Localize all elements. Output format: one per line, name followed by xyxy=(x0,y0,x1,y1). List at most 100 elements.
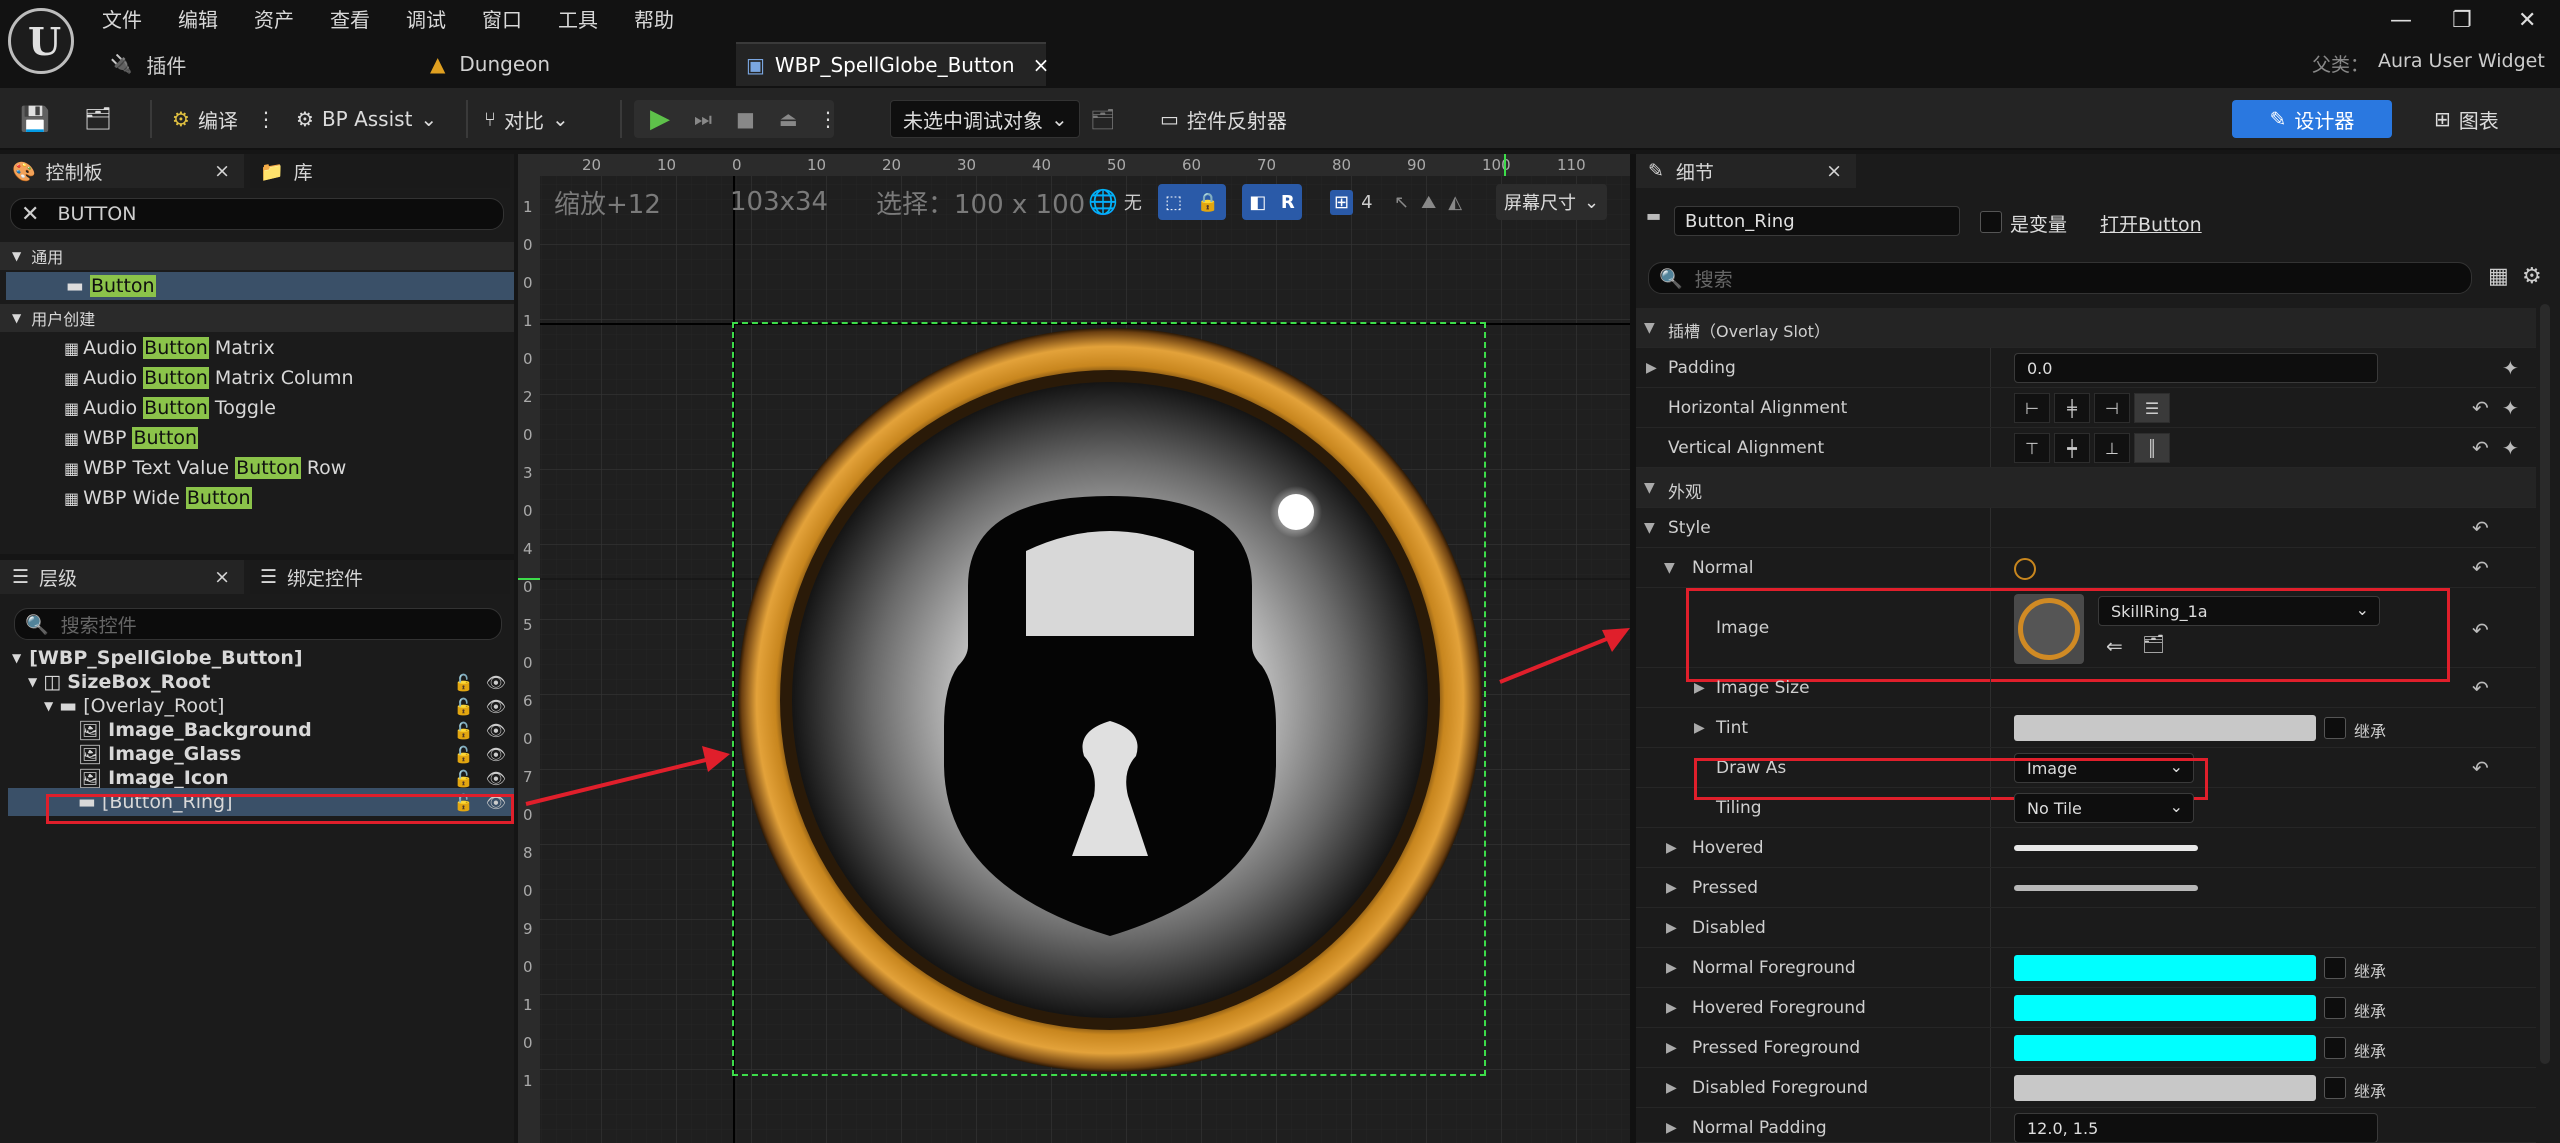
menu-window[interactable]: 窗口 xyxy=(482,4,522,33)
tab-details[interactable]: ✎ 细节 × xyxy=(1636,154,1856,188)
clear-search-icon[interactable]: ✕ xyxy=(21,202,39,227)
menu-view[interactable]: 查看 xyxy=(330,4,370,33)
close-icon[interactable]: × xyxy=(1826,160,1842,182)
step-icon[interactable]: ⏭ xyxy=(694,107,712,131)
designer-viewport[interactable]: 20 10 0 10 20 30 40 50 60 70 80 90 100 110 1001020304… xyxy=(518,154,1630,1143)
minimize-icon[interactable]: — xyxy=(2390,8,2412,33)
normal-fg-swatch[interactable] xyxy=(2014,955,2316,981)
palette-item-user-widget[interactable]: ▦ WBP Button xyxy=(64,424,199,452)
pressed-fg-inherit-checkbox[interactable] xyxy=(2324,1037,2346,1059)
row-hovered[interactable]: ▶ Hovered xyxy=(1636,828,2536,868)
stop-icon[interactable]: ■ xyxy=(736,107,755,131)
bp-assist-button[interactable]: ⚙ BP Assist ⌄ xyxy=(296,100,437,138)
lock-icon[interactable]: 🔓 xyxy=(454,697,474,716)
section-appearance[interactable]: ▼ 外观 xyxy=(1636,468,2536,508)
graph-button[interactable]: ⊞ 图表 xyxy=(2434,100,2499,138)
row-normal-foreground[interactable]: ▶ Normal Foreground 继承 xyxy=(1636,948,2536,988)
category-user-created[interactable]: ▼ 用户创建 xyxy=(0,304,514,332)
disabled-fg-swatch[interactable] xyxy=(2014,1075,2316,1101)
close-window-icon[interactable]: ✕ xyxy=(2518,8,2536,33)
debug-browse-icon[interactable]: 🗂 xyxy=(1090,100,1115,138)
designer-button[interactable]: ✎ 设计器 xyxy=(2232,100,2392,138)
menu-debug[interactable]: 调试 xyxy=(406,4,446,33)
debug-target-select[interactable]: 未选中调试对象 ⌄ xyxy=(890,100,1080,138)
row-style[interactable]: ▼ Style ↶ xyxy=(1636,508,2536,548)
palette-item-button[interactable]: ▬ Button xyxy=(6,272,514,300)
table-view-icon[interactable]: ▦ xyxy=(2488,264,2509,289)
reset-icon[interactable]: ↶ xyxy=(2472,676,2489,700)
tab-plugins[interactable]: 🔌 插件 xyxy=(100,42,400,86)
palette-item-user-widget[interactable]: ▦ WBP Wide Button xyxy=(64,484,252,512)
menu-edit[interactable]: 编辑 xyxy=(178,4,218,33)
is-variable-checkbox[interactable] xyxy=(1980,211,2002,233)
play-options-icon[interactable]: ⋮ xyxy=(818,100,838,138)
tab-bind-widgets[interactable]: ☰ 绑定控件 xyxy=(250,560,510,594)
eye-icon[interactable]: 👁 xyxy=(486,721,506,740)
row-hovered-foreground[interactable]: ▶ Hovered Foreground 继承 xyxy=(1636,988,2536,1028)
open-button-link[interactable]: 打开Button xyxy=(2100,210,2202,237)
eye-icon[interactable]: 👁 xyxy=(486,769,506,788)
pin-icon[interactable]: ✦ xyxy=(2502,396,2519,420)
tab-palette[interactable]: 🎨 控制板 × xyxy=(0,154,244,188)
h-align-fill-icon[interactable]: ☰ xyxy=(2134,393,2170,423)
palette-item-user-widget[interactable]: ▦ Audio Button Toggle xyxy=(64,394,276,422)
lock-icon[interactable]: 🔓 xyxy=(454,745,474,764)
row-pressed-foreground[interactable]: ▶ Pressed Foreground 继承 xyxy=(1636,1028,2536,1068)
v-align-bottom-icon[interactable]: ⊥ xyxy=(2094,433,2130,463)
play-icon[interactable]: ▶ xyxy=(650,104,670,134)
menu-file[interactable]: 文件 xyxy=(102,4,142,33)
v-align-fill-icon[interactable]: ║ xyxy=(2134,433,2170,463)
padding-field[interactable]: 0.0 xyxy=(2014,353,2378,383)
tab-hierarchy[interactable]: ☰ 层级 × xyxy=(0,560,244,594)
restore-icon[interactable]: ❐ xyxy=(2452,8,2472,33)
row-normal[interactable]: ▼ Normal ↶ xyxy=(1636,548,2536,588)
eye-icon[interactable]: 👁 xyxy=(486,673,506,692)
reset-icon[interactable]: ↶ xyxy=(2472,436,2489,460)
lock-icon[interactable]: 🔓 xyxy=(454,673,474,692)
tint-color-swatch[interactable] xyxy=(2014,715,2316,741)
tint-inherit-checkbox[interactable] xyxy=(2324,717,2346,739)
expand-icon[interactable]: ▶ xyxy=(1646,360,1657,376)
close-icon[interactable]: × xyxy=(214,566,230,588)
lock-icon[interactable]: 🔓 xyxy=(454,769,474,788)
pin-icon[interactable]: ✦ xyxy=(2502,356,2519,380)
hierarchy-search-input[interactable]: 🔍 搜索控件 xyxy=(14,608,502,640)
eject-icon[interactable]: ⏏ xyxy=(779,107,798,131)
close-icon[interactable]: × xyxy=(214,160,230,182)
compile-options-icon[interactable]: ⋮ xyxy=(256,107,276,131)
row-disabled[interactable]: ▶ Disabled xyxy=(1636,908,2536,948)
h-align-right-icon[interactable]: ⊣ xyxy=(2094,393,2130,423)
tab-widget-blueprint[interactable]: ▣ WBP_SpellGlobe_Button × xyxy=(736,42,1049,86)
compile-button[interactable]: ⚙ 编译 ⋮ xyxy=(172,100,276,138)
tab-dungeon[interactable]: ▲ Dungeon xyxy=(420,42,720,86)
reset-icon[interactable]: ↶ xyxy=(2472,756,2489,780)
disabled-fg-inherit-checkbox[interactable] xyxy=(2324,1077,2346,1099)
menu-assets[interactable]: 资产 xyxy=(254,4,294,33)
pressed-fg-swatch[interactable] xyxy=(2014,1035,2316,1061)
palette-search-input[interactable]: ✕ BUTTON xyxy=(10,198,504,230)
palette-item-user-widget[interactable]: ▦ Audio Button Matrix xyxy=(64,334,275,362)
menu-help[interactable]: 帮助 xyxy=(634,4,674,33)
eye-icon[interactable]: 👁 xyxy=(486,745,506,764)
pin-icon[interactable]: ✦ xyxy=(2502,436,2519,460)
row-pressed[interactable]: ▶ Pressed xyxy=(1636,868,2536,908)
row-tint[interactable]: ▶ Tint 继承 xyxy=(1636,708,2536,748)
unreal-logo-icon[interactable] xyxy=(8,8,74,74)
hovered-fg-swatch[interactable] xyxy=(2014,995,2316,1021)
reset-icon[interactable]: ↶ xyxy=(2472,516,2489,540)
tiling-select[interactable]: No Tile ⌄ xyxy=(2014,793,2194,823)
row-image-size[interactable]: ▶ Image Size ↶ xyxy=(1636,668,2536,708)
v-align-top-icon[interactable]: ⊤ xyxy=(2014,433,2050,463)
gear-icon[interactable]: ⚙ xyxy=(2522,264,2542,289)
row-normal-padding[interactable]: ▶ Normal Padding 12.0, 1.5 xyxy=(1636,1108,2536,1143)
hovered-fg-inherit-checkbox[interactable] xyxy=(2324,997,2346,1019)
reset-icon[interactable]: ↶ xyxy=(2472,618,2489,642)
lock-icon[interactable]: 🔓 xyxy=(454,721,474,740)
reset-icon[interactable]: ↶ xyxy=(2472,396,2489,420)
category-common[interactable]: ▼ 通用 xyxy=(0,242,514,270)
palette-item-user-widget[interactable]: ▦ WBP Text Value Button Row xyxy=(64,454,346,482)
normal-padding-field[interactable]: 12.0, 1.5 xyxy=(2014,1113,2378,1142)
details-search-input[interactable]: 🔍 搜索 xyxy=(1648,262,2472,294)
palette-item-user-widget[interactable]: ▦ Audio Button Matrix Column xyxy=(64,364,354,392)
browse-button[interactable]: 🗂 xyxy=(84,100,112,138)
